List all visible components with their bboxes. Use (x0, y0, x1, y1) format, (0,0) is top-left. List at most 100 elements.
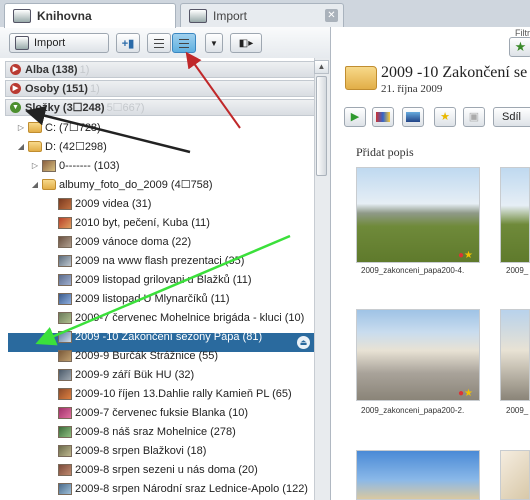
tree-item-album[interactable]: 2009-8 srpen Národní sraz Lednice-Apolo … (58, 479, 308, 498)
collapse-arrow-icon[interactable]: ▼ (10, 102, 21, 113)
collage-button[interactable] (372, 107, 394, 127)
tree-item-album[interactable]: 2009-8 náš sraz Mohelnice (278) (58, 422, 236, 441)
tree-item-label: 0------- (103) (59, 159, 120, 172)
tab-library[interactable]: Knihovna (4, 3, 176, 28)
tab-import-label: Import (213, 8, 248, 23)
photo-thumbnail[interactable] (500, 309, 530, 401)
tree-item-label: 2009-9 září Bük HU (32) (75, 368, 195, 381)
tree-item-label: 2009 listopad grilovani u Blažků (11) (75, 273, 252, 286)
import-icon (189, 8, 207, 23)
photo-folder-icon (58, 292, 72, 305)
movie-button[interactable] (402, 107, 424, 127)
tree-item-album[interactable]: 2009 listopad U Mlynarčíků (11) (58, 289, 229, 308)
tree-item-album[interactable]: 2009 vánoce doma (22) (58, 232, 191, 251)
tree-item-album[interactable]: 2009 listopad grilovani u Blažků (11) (58, 270, 252, 289)
tree-item-album[interactable]: 2009 -10 Zakončení sezony Pápa (81) (58, 327, 262, 346)
scrollbar-thumb[interactable] (316, 76, 327, 176)
play-icon: ▶ (350, 111, 360, 123)
photo-folder-icon (58, 349, 72, 362)
photo-caption: 2009_ (506, 406, 529, 415)
section-people[interactable]: ▶ Osoby (151) 1) (5, 80, 315, 97)
photo-folder-icon (58, 425, 72, 438)
star-button[interactable]: ★ (434, 107, 456, 127)
tree-item-label: albumy_foto_do_2009 (4☐758) (59, 179, 213, 191)
tree-item-album[interactable]: 2009-9 září Bük HU (32) (58, 365, 194, 384)
tree-item-label: 2009-8 srpen sezeni u nás doma (20) (75, 463, 258, 476)
tree-item-album[interactable]: 2009-9 Burčák Strážnice (55) (58, 346, 218, 365)
folder-view-pane (330, 27, 530, 500)
photo-folder-icon (42, 159, 56, 172)
photo-thumbnail[interactable] (356, 450, 480, 500)
tree-view-button[interactable] (172, 33, 196, 53)
folder-icon (42, 179, 56, 190)
tree-item-label: 2009-7 červenec fuksie Blanka (10) (75, 406, 249, 419)
section-folders[interactable]: ▼ Složky (3☐248) 5☐667) (5, 99, 315, 116)
thumbnail-badges: ●★ (458, 250, 473, 261)
expand-arrow-icon[interactable]: ▶ (10, 83, 21, 94)
folder-title: 2009 -10 Zakončení se (381, 64, 528, 81)
collapse-icon[interactable]: ◢ (30, 180, 40, 189)
expand-icon[interactable]: ▷ (30, 161, 40, 170)
thumbnail-badges: ●★ (458, 388, 473, 399)
photo-folder-icon (58, 311, 72, 324)
add-to-album-button[interactable]: +▮ (116, 33, 140, 53)
chevron-down-icon: ▼ (210, 38, 218, 48)
expand-icon[interactable]: ▷ (16, 123, 26, 132)
folder-icon (28, 141, 42, 152)
tree-item-label: 2009-8 náš sraz Mohelnice (278) (75, 425, 236, 438)
star-icon: ★ (464, 388, 474, 399)
photo-folder-icon (58, 463, 72, 476)
expand-arrow-icon[interactable]: ▶ (10, 64, 21, 75)
tree-item-drive-d[interactable]: ◢ D: (42☐298) (16, 137, 107, 156)
add-description-link[interactable]: Přidat popis (356, 145, 414, 160)
save-icon: ▣ (468, 111, 480, 123)
photo-thumbnail[interactable] (356, 167, 480, 263)
tree-item-label: 2009 -10 Zakončení sezony Pápa (81) (75, 330, 263, 343)
section-albums[interactable]: ▶ Alba (138) 1) (5, 61, 315, 78)
share-button[interactable]: Sdíl (493, 107, 530, 127)
photo-thumbnail[interactable] (500, 450, 530, 500)
photo-folder-icon (58, 387, 72, 400)
section-people-faded: 1) (89, 82, 100, 95)
tab-import[interactable]: Import ✕ (180, 3, 344, 27)
tree-item-album[interactable]: 2009-8 srpen Blažkovi (18) (58, 441, 206, 460)
collage-icon (376, 112, 390, 122)
tree-item-label: 2009 na www flash prezentaci (35) (75, 254, 245, 267)
tree-item-album[interactable]: 2009-8 srpen sezeni u nás doma (20) (58, 460, 258, 479)
tree-item-album[interactable]: 2009 na www flash prezentaci (35) (58, 251, 244, 270)
star-icon: ★ (464, 250, 474, 261)
photo-folder-icon (58, 406, 72, 419)
tree-item-album[interactable]: 2009-7 červenec Mohelnice brigáda - kluc… (58, 308, 304, 327)
upload-icon[interactable]: ⏏ (297, 336, 310, 349)
tree-item-albumy[interactable]: ◢ albumy_foto_do_2009 (4☐758) (30, 175, 213, 194)
section-folders-label: Složky (3☐248) (25, 102, 105, 114)
tree-item-label: C: (7☐728) (45, 122, 101, 134)
list-view-button[interactable] (147, 33, 171, 53)
tree-item-album[interactable]: 2010 byt, pečení, Kuba (11) (58, 213, 210, 232)
photo-folder-icon (58, 482, 72, 495)
view-dropdown-button[interactable]: ▼ (205, 33, 223, 53)
save-button[interactable]: ▣ (463, 107, 485, 127)
tree-item-folder-0[interactable]: ▷ 0------- (103) (30, 156, 120, 175)
tree-item-album[interactable]: 2009 videa (31) (58, 194, 151, 213)
photo-folder-icon (58, 197, 72, 210)
movie-icon (406, 112, 420, 122)
tree-item-label: 2010 byt, pečení, Kuba (11) (75, 216, 210, 229)
tree-item-album[interactable]: 2009-7 červenec fuksie Blanka (10) (58, 403, 248, 422)
import-button-label: Import (34, 37, 66, 49)
scroll-up-arrow-icon[interactable]: ▲ (314, 60, 329, 74)
tree-item-drive-c[interactable]: ▷ C: (7☐728) (16, 118, 101, 137)
tree-item-album[interactable]: 2009-10 říjen 13.Dahlie rally Kamieň PL … (58, 384, 292, 403)
close-tab-icon[interactable]: ✕ (325, 9, 338, 22)
collapse-icon[interactable]: ◢ (16, 142, 26, 151)
tree-item-label: 2009-8 srpen Blažkovi (18) (75, 444, 207, 457)
tab-library-label: Knihovna (37, 9, 92, 23)
folder-date: 21. října 2009 (381, 83, 443, 95)
filter-star-button[interactable]: ★ (509, 37, 530, 57)
tree-item-label: 2009-9 Burčák Strážnice (55) (75, 349, 219, 362)
star-icon: ★ (440, 111, 450, 123)
import-button[interactable]: Import (9, 33, 109, 53)
slideshow-button[interactable]: ◧▸ (230, 33, 262, 53)
photo-thumbnail[interactable] (500, 167, 530, 263)
play-button[interactable]: ▶ (344, 107, 366, 127)
